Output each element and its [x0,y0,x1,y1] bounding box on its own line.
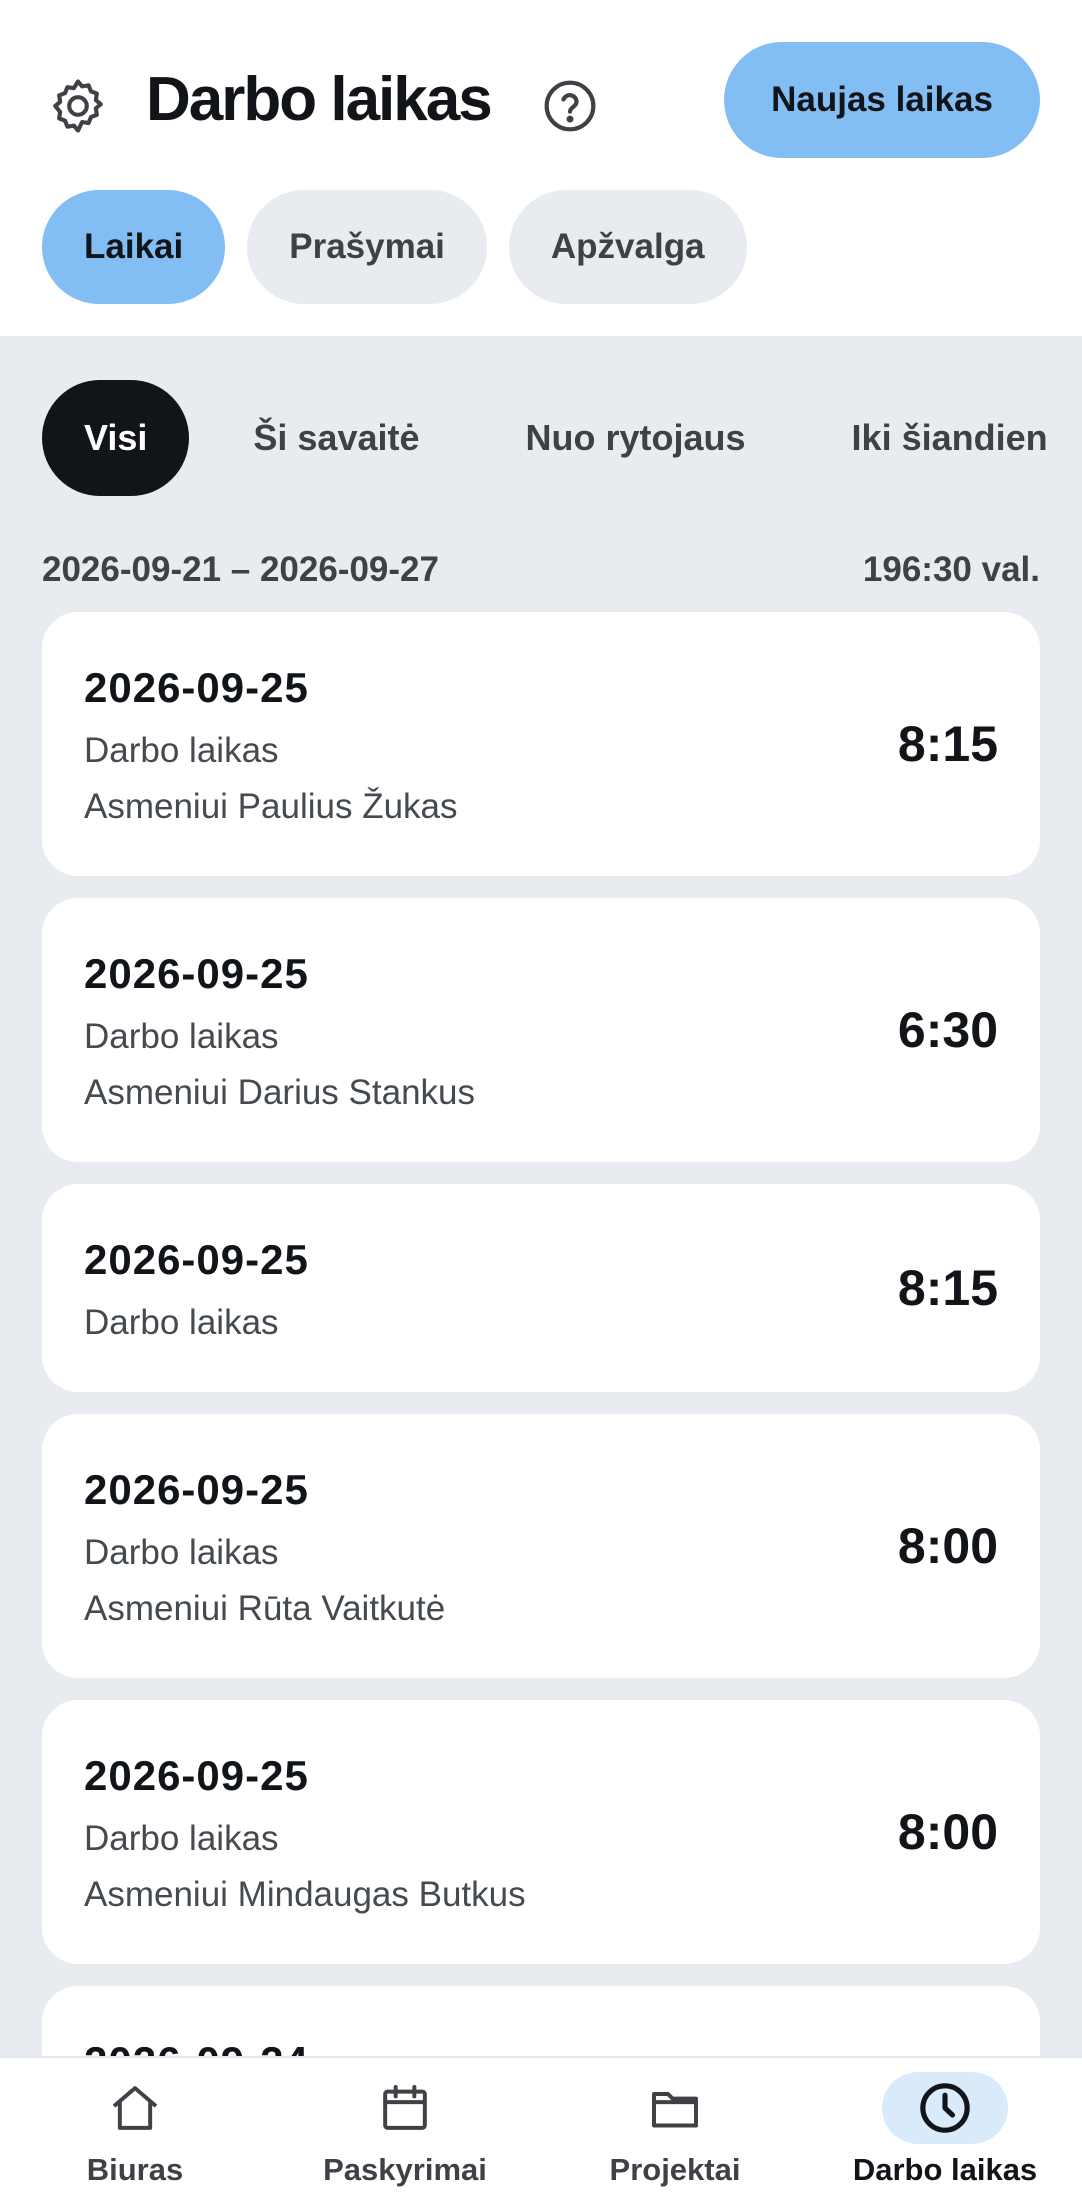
calendar-icon [383,2085,427,2130]
entry-date: 2026-09-25 [84,1236,309,1283]
time-entry-card[interactable]: 2026-09-25 Darbo laikas Asmeniui Rūta Va… [42,1414,1040,1678]
header: Darbo laikas Naujas laikas Laikai Prašym… [0,0,1082,336]
nav-label: Paskyrimai [323,2152,487,2187]
clock-icon [920,2083,970,2133]
nav-label: Darbo laikas [852,2152,1038,2187]
settings-button[interactable] [42,70,114,142]
filter-label: Visi [84,417,148,458]
entry-hours: 8:15 [897,716,998,772]
page-title: Darbo laikas [146,65,493,134]
entry-hours: 8:00 [897,1804,998,1860]
bottom-navigation: Biuras Paskyrimai Projektai Darbo laikas [0,2056,1082,2202]
tab-prasymai[interactable]: Prašymai [247,190,487,304]
filter-until-today[interactable]: Iki šiandien [810,380,1082,496]
filter-all[interactable]: Visi [42,380,190,496]
time-entry-card[interactable]: 2026-09-25 Darbo laikas Asmeniui Darius … [42,898,1040,1162]
filter-from-tomorrow[interactable]: Nuo rytojaus [484,380,788,496]
entry-type: Darbo laikas [84,1303,279,1342]
nav-projektai[interactable]: Projektai [540,2058,810,2202]
nav-label: Biuras [86,2152,184,2187]
nav-icon-container [72,2072,198,2144]
entry-hours: 6:30 [897,1002,998,1058]
time-entry-card[interactable]: 2026-09-25 Darbo laikas Asmeniui Paulius… [42,612,1040,876]
entry-hours: 8:00 [897,1518,998,1574]
entry-date: 2026-09-25 [84,950,309,997]
content-area[interactable]: Visi Ši savaitė Nuo rytojaus Iki šiandie… [0,336,1082,2056]
time-entry-card[interactable]: 2026-09-25 Darbo laikas 8:15 [42,1184,1040,1392]
gear-icon [53,79,103,133]
entry-type: Darbo laikas [84,1533,279,1572]
date-range: 2026-09-21 – 2026-09-27 [42,550,439,589]
filter-bar: Visi Ši savaitė Nuo rytojaus Iki šiandie… [42,380,1082,496]
question-circle-icon [544,80,596,132]
tab-label: Apžvalga [550,227,705,266]
entry-person: Asmeniui Mindaugas Butkus [84,1875,526,1914]
time-entry-list: 2026-09-25 Darbo laikas Asmeniui Paulius… [42,612,1040,2056]
tab-label: Laikai [84,227,184,266]
home-icon [112,2086,158,2130]
app-screen: Darbo laikas Naujas laikas Laikai Prašym… [0,0,1082,2202]
filter-label: Iki šiandien [851,417,1048,458]
nav-icon-container [342,2072,468,2144]
entry-date: 2026-09-25 [84,1752,309,1799]
entry-hours: 8:15 [897,1260,998,1316]
tab-label: Prašymai [289,227,445,266]
nav-darbo-laikas[interactable]: Darbo laikas [810,2058,1080,2202]
summary-row: 2026-09-21 – 2026-09-27 196:30 val. [42,542,1040,598]
help-button[interactable] [534,70,606,142]
entry-person: Asmeniui Darius Stankus [84,1073,475,1112]
total-hours: 196:30 val. [862,550,1040,589]
entry-date: 2026-09-25 [84,664,309,711]
nav-paskyrimai[interactable]: Paskyrimai [270,2058,540,2202]
filter-label: Nuo rytojaus [525,417,746,458]
nav-icon-container [612,2072,738,2144]
time-entry-card[interactable]: 2026-09-25 Darbo laikas Asmeniui Mindaug… [42,1700,1040,1964]
filter-label: Ši savaitė [253,417,420,458]
entry-type: Darbo laikas [84,731,279,770]
entry-person: Asmeniui Paulius Žukas [84,787,458,826]
folder-icon [652,2092,698,2128]
tab-apzvalga[interactable]: Apžvalga [508,190,747,304]
entry-date: 2026-09-25 [84,1466,309,1513]
nav-label: Projektai [609,2152,741,2187]
entry-type: Darbo laikas [84,1819,279,1858]
new-time-button[interactable]: Naujas laikas [724,42,1040,158]
main-tabs: Laikai Prašymai Apžvalga [42,190,747,304]
filter-this-week[interactable]: Ši savaitė [211,380,461,496]
entry-date: 2026-09-24 [84,2032,998,2056]
time-entry-card[interactable]: 2026-09-24 [42,1986,1040,2056]
entry-person: Asmeniui Rūta Vaitkutė [84,1589,446,1628]
entry-type: Darbo laikas [84,1017,279,1056]
tab-laikai[interactable]: Laikai [42,190,226,304]
nav-biuras[interactable]: Biuras [0,2058,270,2202]
nav-icon-container [882,2072,1008,2144]
